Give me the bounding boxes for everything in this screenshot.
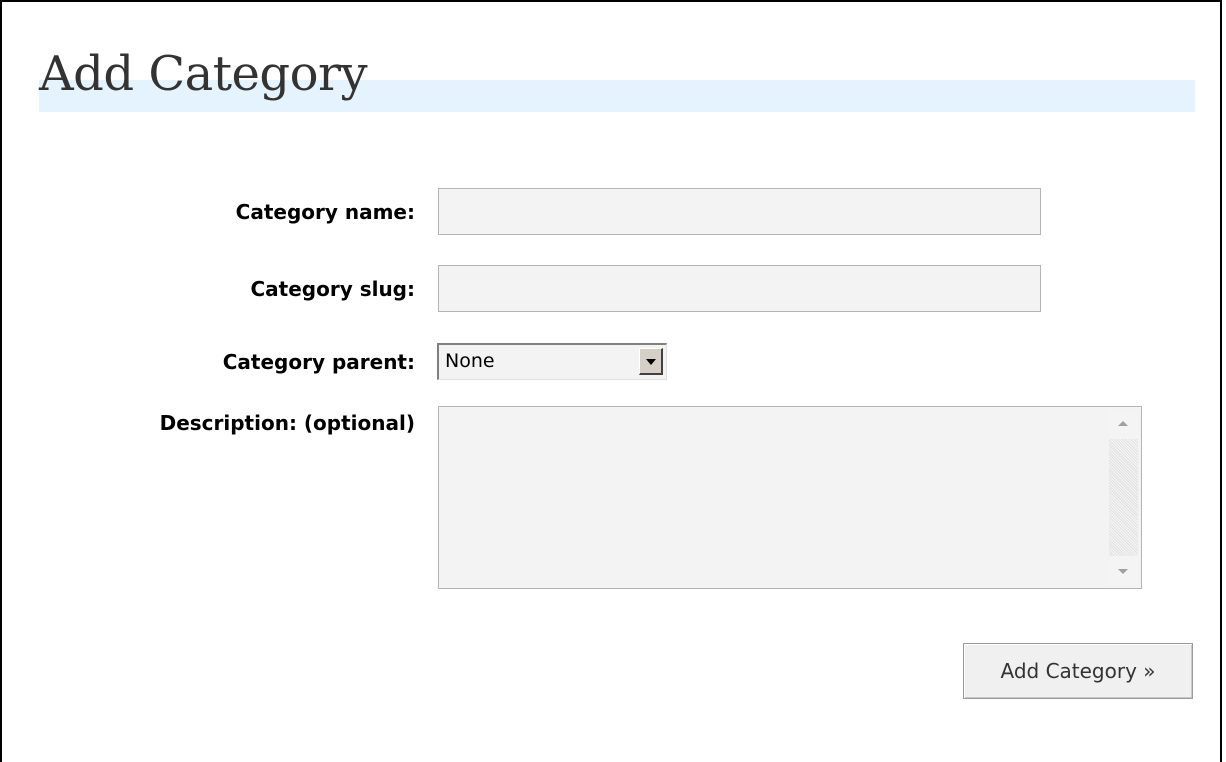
description-label: Description: (optional): [159, 411, 415, 435]
category-name-label: Category name:: [235, 200, 415, 224]
chevron-down-icon[interactable]: [639, 348, 663, 375]
category-parent-select[interactable]: None: [437, 343, 667, 380]
description-textarea[interactable]: [438, 406, 1142, 589]
category-parent-selected-value: None: [445, 350, 495, 372]
page-title: Add Category: [39, 46, 368, 102]
category-slug-input[interactable]: [438, 265, 1041, 312]
category-name-input[interactable]: [438, 188, 1041, 235]
description-scrollbar[interactable]: [1109, 410, 1138, 585]
scroll-down-arrow-icon[interactable]: [1109, 556, 1138, 585]
category-slug-label: Category slug:: [250, 277, 415, 301]
add-category-button[interactable]: Add Category »: [963, 643, 1193, 699]
category-parent-label: Category parent:: [222, 350, 415, 374]
scroll-up-arrow-icon[interactable]: [1109, 410, 1138, 439]
